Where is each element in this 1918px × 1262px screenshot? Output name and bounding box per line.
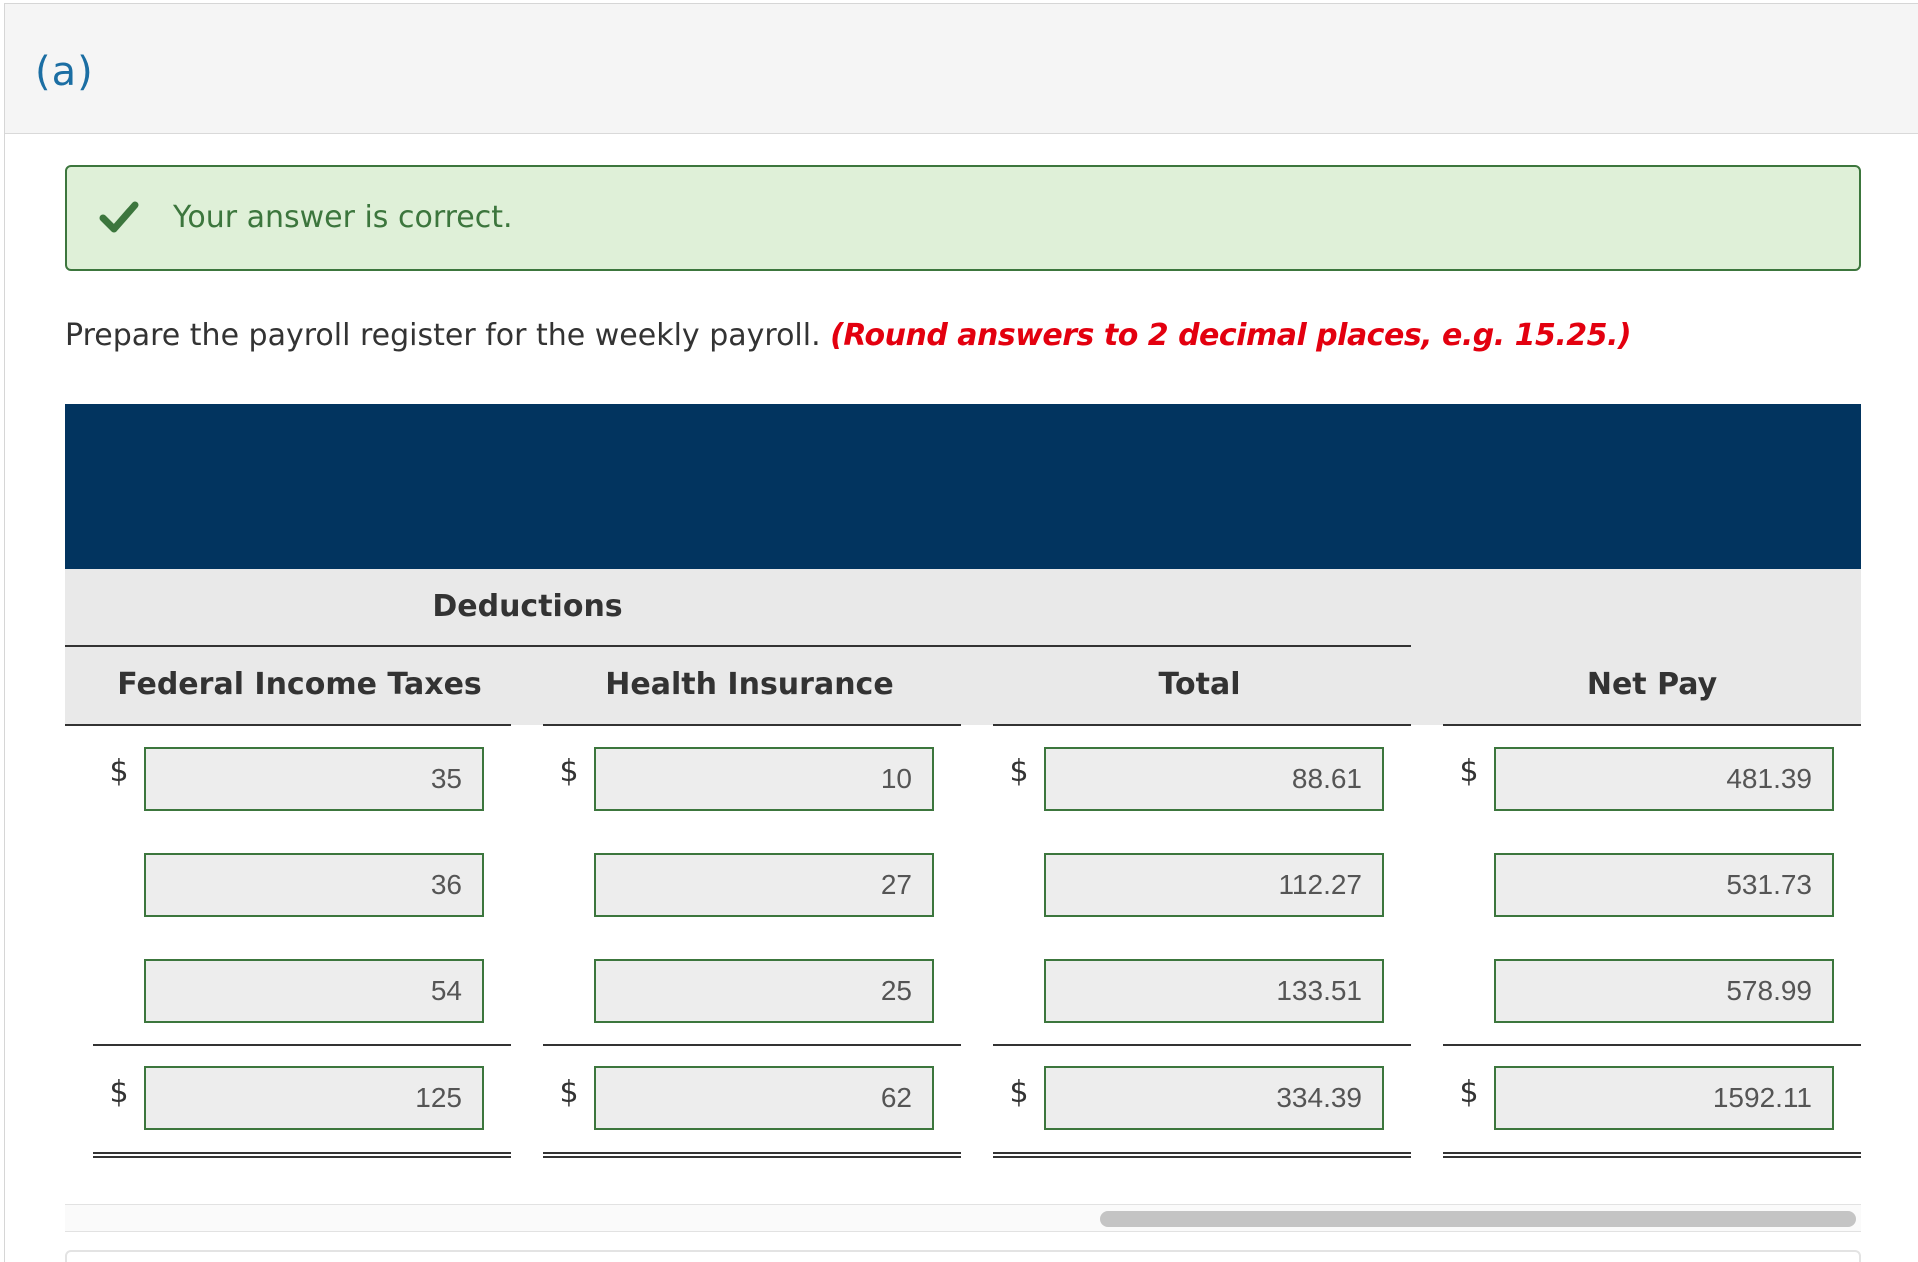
total-deductions-input[interactable]: 88.61 (1044, 747, 1384, 811)
sum-rule (93, 1044, 511, 1046)
feedback-message: Your answer is correct. (173, 200, 513, 235)
federal-income-taxes-total-input[interactable]: 125 (144, 1066, 484, 1130)
health-insurance-input[interactable]: 27 (594, 853, 934, 917)
deductions-group-header: Deductions (432, 589, 623, 624)
next-section-card (65, 1250, 1861, 1262)
column-rule (993, 724, 1411, 726)
sum-rule (1443, 1044, 1861, 1046)
instructions-text: Prepare the payroll register for the wee… (65, 318, 821, 353)
group-header-rule (65, 645, 1411, 647)
health-insurance-input[interactable]: 10 (594, 747, 934, 811)
part-label: (a) (35, 49, 94, 95)
column-header-total: Total (1158, 667, 1241, 702)
total-deductions-total-input[interactable]: 334.39 (1044, 1066, 1384, 1130)
net-pay-total-input[interactable]: 1592.11 (1494, 1066, 1834, 1130)
health-insurance-total-input[interactable]: 62 (594, 1066, 934, 1130)
sum-rule (993, 1044, 1411, 1046)
column-header-net-pay: Net Pay (1586, 667, 1718, 702)
total-double-underline (1443, 1152, 1861, 1158)
column-header-health-insurance: Health Insurance (605, 667, 894, 702)
currency-symbol: $ (559, 754, 579, 789)
checkmark-icon (99, 201, 139, 233)
column-header-federal-income-taxes: Federal Income Taxes (117, 667, 482, 702)
table-header-banner (65, 404, 1861, 569)
currency-symbol: $ (109, 1075, 129, 1110)
column-rule (543, 724, 961, 726)
currency-symbol: $ (559, 1075, 579, 1110)
federal-income-taxes-input[interactable]: 36 (144, 853, 484, 917)
total-double-underline (993, 1152, 1411, 1158)
sum-rule (543, 1044, 961, 1046)
column-rule (65, 724, 511, 726)
health-insurance-input[interactable]: 25 (594, 959, 934, 1023)
question-instructions: Prepare the payroll register for the wee… (65, 318, 1632, 353)
correct-feedback-banner: Your answer is correct. (65, 165, 1861, 271)
total-double-underline (543, 1152, 961, 1158)
net-pay-input[interactable]: 531.73 (1494, 853, 1834, 917)
total-double-underline (93, 1152, 511, 1158)
rounding-hint: (Round answers to 2 decimal places, e.g.… (830, 318, 1632, 353)
scrollbar-thumb[interactable] (1100, 1211, 1856, 1227)
net-pay-input[interactable]: 481.39 (1494, 747, 1834, 811)
currency-symbol: $ (109, 754, 129, 789)
column-rule (1443, 724, 1861, 726)
currency-symbol: $ (1009, 754, 1029, 789)
currency-symbol: $ (1009, 1075, 1029, 1110)
total-deductions-input[interactable]: 133.51 (1044, 959, 1384, 1023)
federal-income-taxes-input[interactable]: 54 (144, 959, 484, 1023)
federal-income-taxes-input[interactable]: 35 (144, 747, 484, 811)
table-column-headers: Deductions Federal Income Taxes Health I… (65, 569, 1861, 726)
currency-symbol: $ (1459, 1075, 1479, 1110)
currency-symbol: $ (1459, 754, 1479, 789)
net-pay-input[interactable]: 578.99 (1494, 959, 1834, 1023)
horizontal-scrollbar[interactable] (65, 1204, 1861, 1232)
total-deductions-input[interactable]: 112.27 (1044, 853, 1384, 917)
part-header: (a) (5, 4, 1918, 134)
